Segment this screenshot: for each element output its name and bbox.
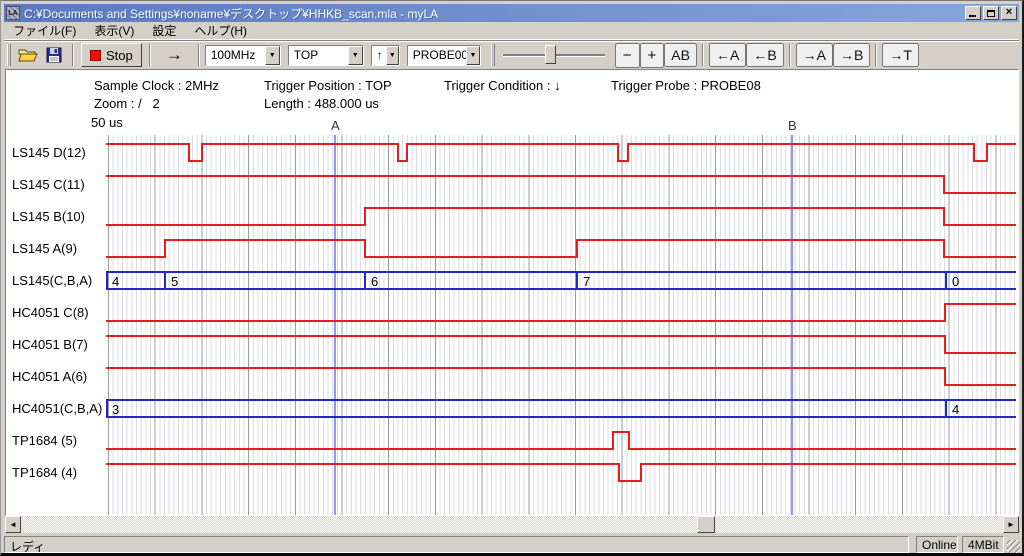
open-folder-icon bbox=[18, 47, 38, 63]
zoom-out-button[interactable]: − bbox=[615, 43, 640, 68]
menu-bar: ファイル(F) 表示(V) 設定 ヘルプ(H) bbox=[4, 22, 1019, 40]
toolbar-handle[interactable] bbox=[491, 44, 495, 66]
chevron-down-icon[interactable]: ▼ bbox=[466, 46, 480, 65]
bus-value-label: 3 bbox=[112, 402, 119, 417]
marker-label-a[interactable]: A bbox=[331, 118, 340, 133]
bus-value-label: 7 bbox=[583, 274, 590, 289]
toolbar-separator bbox=[149, 44, 151, 66]
channel-label[interactable]: LS145 D(12) bbox=[12, 145, 106, 160]
channel-label[interactable]: LS145 C(11) bbox=[12, 177, 106, 192]
close-button[interactable]: × bbox=[1001, 6, 1017, 20]
save-floppy-icon bbox=[46, 47, 62, 63]
trigger-condition-info: Trigger Condition : ↓ bbox=[444, 78, 561, 93]
waveform-panel: Sample Clock : 2MHz Trigger Position : T… bbox=[5, 69, 1019, 516]
set-marker-a-button[interactable]: →A bbox=[796, 43, 833, 67]
toolbar-separator bbox=[72, 44, 74, 66]
sample-clock-info: Sample Clock : 2MHz bbox=[94, 78, 219, 93]
open-file-button[interactable] bbox=[15, 43, 41, 67]
status-bar: レディ Online 4MBit bbox=[3, 535, 1020, 554]
waveform-plot[interactable]: 4 5 6 7 0 3 4 bbox=[106, 132, 1016, 516]
scroll-right-button[interactable]: ► bbox=[1003, 516, 1019, 533]
menu-file[interactable]: ファイル(F) bbox=[4, 20, 85, 41]
chevron-down-icon[interactable]: ▼ bbox=[386, 46, 399, 65]
channel-label[interactable]: TP1684 (4) bbox=[12, 465, 106, 480]
stop-label: Stop bbox=[106, 48, 133, 63]
stop-button[interactable]: Stop bbox=[81, 43, 142, 67]
bus-value-label: 4 bbox=[112, 274, 119, 289]
menu-help[interactable]: ヘルプ(H) bbox=[185, 20, 256, 41]
trigger-position-info: Trigger Position : TOP bbox=[264, 78, 392, 93]
trigger-position-select[interactable]: TOP ▼ bbox=[288, 45, 364, 66]
goto-marker-a-button[interactable]: ←A bbox=[709, 43, 746, 67]
stop-icon bbox=[90, 50, 101, 61]
zoom-slider-thumb[interactable] bbox=[545, 45, 556, 64]
zoom-ab-button[interactable]: AB bbox=[664, 43, 697, 67]
window-title: C:¥Documents and Settings¥noname¥デスクトップ¥… bbox=[24, 5, 963, 22]
goto-marker-b-button[interactable]: ←B bbox=[746, 43, 783, 67]
toolbar-separator bbox=[789, 44, 791, 66]
status-ready: レディ bbox=[4, 536, 909, 553]
channel-label[interactable]: LS145(C,B,A) bbox=[12, 273, 106, 288]
channel-label[interactable]: LS145 B(10) bbox=[12, 209, 106, 224]
minimize-button[interactable] bbox=[965, 6, 981, 20]
bus-value-label: 6 bbox=[371, 274, 378, 289]
bus-value-label: 5 bbox=[171, 274, 178, 289]
app-icon: LA bbox=[6, 6, 20, 20]
save-file-button[interactable] bbox=[41, 43, 67, 67]
trigger-position-value: TOP bbox=[289, 46, 322, 65]
channel-label[interactable]: TP1684 (5) bbox=[12, 433, 106, 448]
toolbar-handle[interactable] bbox=[7, 44, 11, 66]
bus-value-label: 4 bbox=[952, 402, 959, 417]
minimize-icon bbox=[969, 15, 976, 17]
toolbar-separator bbox=[198, 44, 200, 66]
close-icon: × bbox=[1006, 7, 1012, 18]
trigger-probe-value: PROBE00 bbox=[408, 46, 466, 65]
channel-label[interactable]: HC4051 A(6) bbox=[12, 369, 106, 384]
maximize-icon bbox=[987, 10, 995, 17]
scroll-left-button[interactable]: ◄ bbox=[5, 516, 21, 533]
channel-label[interactable]: HC4051(C,B,A) bbox=[12, 401, 106, 416]
status-online: Online bbox=[916, 536, 958, 553]
menu-view[interactable]: 表示(V) bbox=[85, 20, 143, 41]
zoom-info: Zoom : / 2 bbox=[94, 96, 160, 111]
horizontal-scrollbar[interactable]: ◄ ► bbox=[5, 516, 1019, 533]
trigger-probe-info: Trigger Probe : PROBE08 bbox=[611, 78, 761, 93]
goto-trigger-button[interactable]: →T bbox=[882, 43, 919, 67]
sample-rate-value: 100MHz bbox=[206, 46, 260, 65]
scrollbar-thumb[interactable] bbox=[697, 516, 715, 533]
resize-grip-icon[interactable] bbox=[1007, 540, 1020, 553]
bus-value-label: 0 bbox=[952, 274, 959, 289]
menu-settings[interactable]: 設定 bbox=[143, 20, 185, 41]
channel-label[interactable]: HC4051 C(8) bbox=[12, 305, 106, 320]
sample-rate-select[interactable]: 100MHz ▼ bbox=[205, 45, 281, 66]
app-window: LA C:¥Documents and Settings¥noname¥デスクト… bbox=[0, 0, 1024, 556]
time-scale-label: 50 us bbox=[91, 115, 123, 130]
channel-label[interactable]: HC4051 B(7) bbox=[12, 337, 106, 352]
length-info: Length : 488.000 us bbox=[264, 96, 379, 111]
run-button[interactable]: → bbox=[156, 45, 193, 65]
toolbar-separator bbox=[702, 44, 704, 66]
toolbar: Stop → 100MHz ▼ TOP ▼ ↑ ▼ PROBE00 ▼ − + … bbox=[4, 40, 1019, 69]
trigger-edge-value: ↑ bbox=[372, 46, 386, 65]
set-marker-b-button[interactable]: →B bbox=[833, 43, 870, 67]
zoom-in-button[interactable]: + bbox=[640, 43, 665, 68]
zoom-slider[interactable] bbox=[501, 44, 607, 66]
channel-label[interactable]: LS145 A(9) bbox=[12, 241, 106, 256]
status-memory: 4MBit bbox=[962, 536, 1004, 553]
chevron-down-icon[interactable]: ▼ bbox=[265, 46, 280, 65]
toolbar-separator bbox=[875, 44, 877, 66]
marker-label-b[interactable]: B bbox=[788, 118, 797, 133]
chevron-down-icon[interactable]: ▼ bbox=[348, 46, 363, 65]
trigger-probe-select[interactable]: PROBE00 ▼ bbox=[407, 45, 481, 66]
trigger-edge-select[interactable]: ↑ ▼ bbox=[371, 45, 400, 66]
maximize-button[interactable] bbox=[983, 6, 999, 20]
